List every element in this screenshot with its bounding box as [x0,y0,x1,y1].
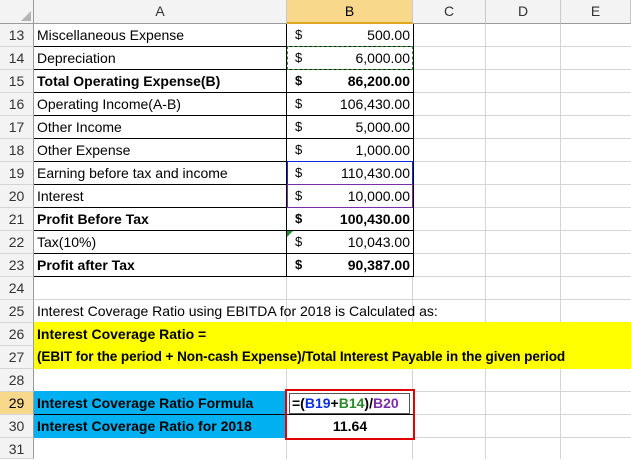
row-header[interactable]: 20 [0,185,34,208]
column-header-d[interactable]: D [486,0,561,24]
row-header[interactable]: 14 [0,47,34,70]
cell-b17[interactable]: $ 5,000.00 [287,116,413,139]
currency-symbol: $ [295,142,303,157]
cell-a21[interactable]: Profit Before Tax [34,208,286,231]
currency-symbol: $ [295,234,303,249]
amount: 500.00 [367,27,410,43]
select-all-corner[interactable] [0,0,34,24]
column-header-e[interactable]: E [561,0,631,24]
currency-symbol: $ [295,211,303,226]
cell-a19[interactable]: Earning before tax and income [34,162,286,185]
cell-a18[interactable]: Other Expense [34,139,286,162]
reference-highlight-b19 [287,161,413,185]
cell-b16[interactable]: $ 106,430.00 [287,93,413,116]
row-header[interactable]: 22 [0,231,34,254]
cell-b23[interactable]: $ 90,387.00 [287,254,413,277]
row-header[interactable]: 23 [0,254,34,277]
row-header[interactable]: 18 [0,139,34,162]
cell-b22[interactable]: $ 10,043.00 [287,231,413,254]
currency-symbol: $ [295,257,303,272]
row-header[interactable]: 13 [0,24,34,47]
cell-b21[interactable]: $ 100,430.00 [287,208,413,231]
reference-highlight-b14 [287,46,413,70]
cell-a26[interactable]: Interest Coverage Ratio = [34,323,631,346]
cell-a13[interactable]: Miscellaneous Expense [34,24,286,47]
column-header-c[interactable]: C [413,0,486,24]
row-header-selected[interactable]: 29 [0,392,34,415]
cell-a15[interactable]: Total Operating Expense(B) [34,70,286,93]
currency-symbol: $ [295,96,303,111]
cell-a30[interactable]: Interest Coverage Ratio for 2018 [34,415,286,438]
cell-a22[interactable]: Tax(10%) [34,231,286,254]
row-header[interactable]: 31 [0,438,34,459]
spreadsheet: A B C D E 13 14 15 16 17 18 19 20 21 22 … [0,0,631,459]
currency-symbol: $ [295,119,303,134]
row-header[interactable]: 24 [0,277,34,300]
cell-a16[interactable]: Operating Income(A-B) [34,93,286,116]
row-header[interactable]: 17 [0,116,34,139]
cell-b18[interactable]: $ 1,000.00 [287,139,413,162]
amount: 100,430.00 [339,211,410,227]
error-indicator-icon [287,231,293,237]
amount: 1,000.00 [355,142,411,158]
row-header[interactable]: 27 [0,346,34,369]
currency-symbol: $ [295,73,303,88]
cell-b15[interactable]: $ 86,200.00 [287,70,413,93]
reference-highlight-b20 [287,184,413,208]
row-header[interactable]: 16 [0,93,34,116]
cell-a20[interactable]: Interest [34,185,286,208]
cell-b13[interactable]: $ 500.00 [287,24,413,47]
column-header-b[interactable]: B [287,0,413,24]
amount: 10,043.00 [347,234,410,250]
row-header[interactable]: 26 [0,323,34,346]
row-header[interactable]: 25 [0,300,34,323]
amount: 90,387.00 [347,257,410,273]
row-header[interactable]: 30 [0,415,34,438]
result-highlight-border [285,389,415,440]
row-header[interactable]: 15 [0,70,34,93]
cell-a14[interactable]: Depreciation [34,47,286,70]
amount: 5,000.00 [355,119,411,135]
cell-a25-note[interactable]: Interest Coverage Ratio using EBITDA for… [34,300,631,323]
amount: 86,200.00 [347,73,410,89]
currency-symbol: $ [295,27,303,42]
row-header[interactable]: 19 [0,162,34,185]
row-header[interactable]: 21 [0,208,34,231]
row-header[interactable]: 28 [0,369,34,392]
column-header-a[interactable]: A [34,0,287,24]
amount: 106,430.00 [339,96,410,112]
cell-a29[interactable]: Interest Coverage Ratio Formula [34,392,286,415]
cell-a27[interactable]: (EBIT for the period + Non-cash Expense)… [34,346,631,369]
cell-a23[interactable]: Profit after Tax [34,254,286,277]
cell-a17[interactable]: Other Income [34,116,286,139]
